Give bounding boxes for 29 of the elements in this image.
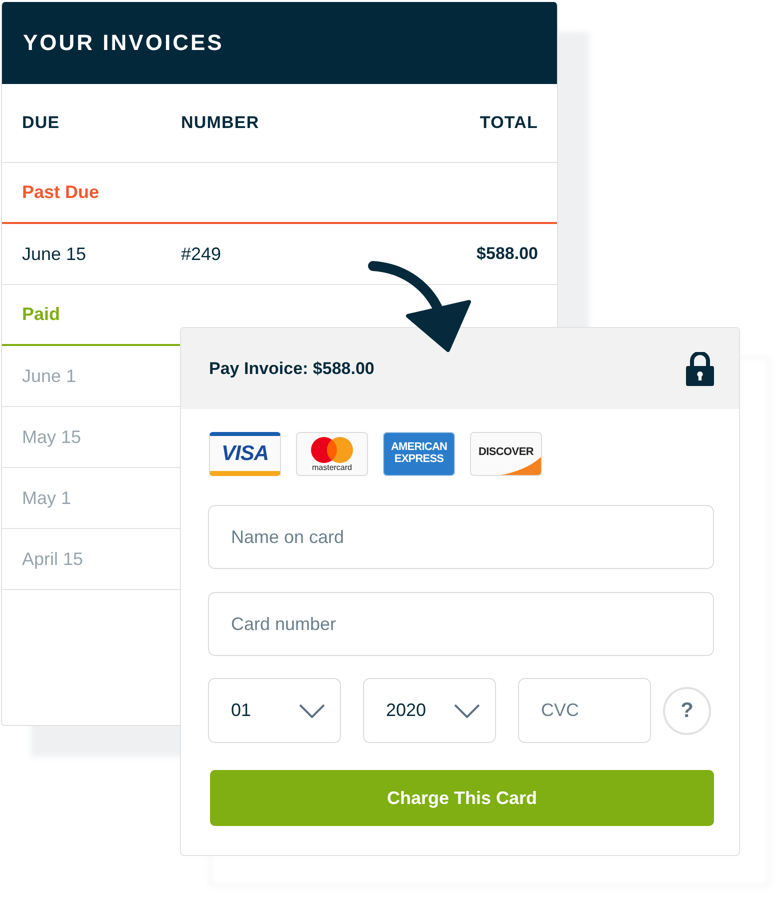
card-number-field[interactable]: Card number bbox=[208, 592, 714, 656]
help-button[interactable]: ? bbox=[663, 686, 711, 734]
due-date: May 1 bbox=[22, 488, 72, 508]
payment-title: Pay Invoice: $588.00 bbox=[209, 358, 374, 378]
column-header: DUE bbox=[22, 113, 60, 133]
due-date: June 1 bbox=[22, 366, 76, 386]
invoice-total: $588.00 bbox=[476, 244, 538, 264]
due-date: June 15 bbox=[22, 244, 86, 264]
column-header: NUMBER bbox=[181, 113, 260, 133]
amex-logo: AMERICAN EXPRESS bbox=[383, 432, 455, 476]
lock-icon bbox=[686, 352, 714, 386]
invoice-number: #249 bbox=[181, 244, 222, 264]
group-label: Past Due bbox=[22, 182, 100, 203]
name-field[interactable]: Name on card bbox=[208, 505, 714, 569]
overlapping-circles-icon bbox=[310, 436, 354, 462]
brand-wordmark: mastercard bbox=[312, 464, 352, 472]
swoosh-icon bbox=[501, 457, 541, 475]
year-select[interactable]: 2020 bbox=[363, 678, 496, 743]
due-date: May 15 bbox=[22, 426, 82, 448]
group-label: Paid bbox=[22, 304, 60, 325]
column-header: TOTAL bbox=[480, 113, 538, 133]
chevron-down-icon bbox=[454, 704, 480, 718]
due-date: April 15 bbox=[22, 548, 84, 570]
brand-wordmark: DISCOVER bbox=[478, 446, 534, 458]
chevron-down-icon bbox=[299, 704, 325, 718]
invoices-title: YOUR INVOICES bbox=[23, 30, 224, 56]
cvc-field[interactable]: CVC bbox=[518, 678, 651, 743]
visa-logo: VISA bbox=[209, 432, 281, 476]
month-select[interactable]: 01 bbox=[208, 678, 341, 743]
